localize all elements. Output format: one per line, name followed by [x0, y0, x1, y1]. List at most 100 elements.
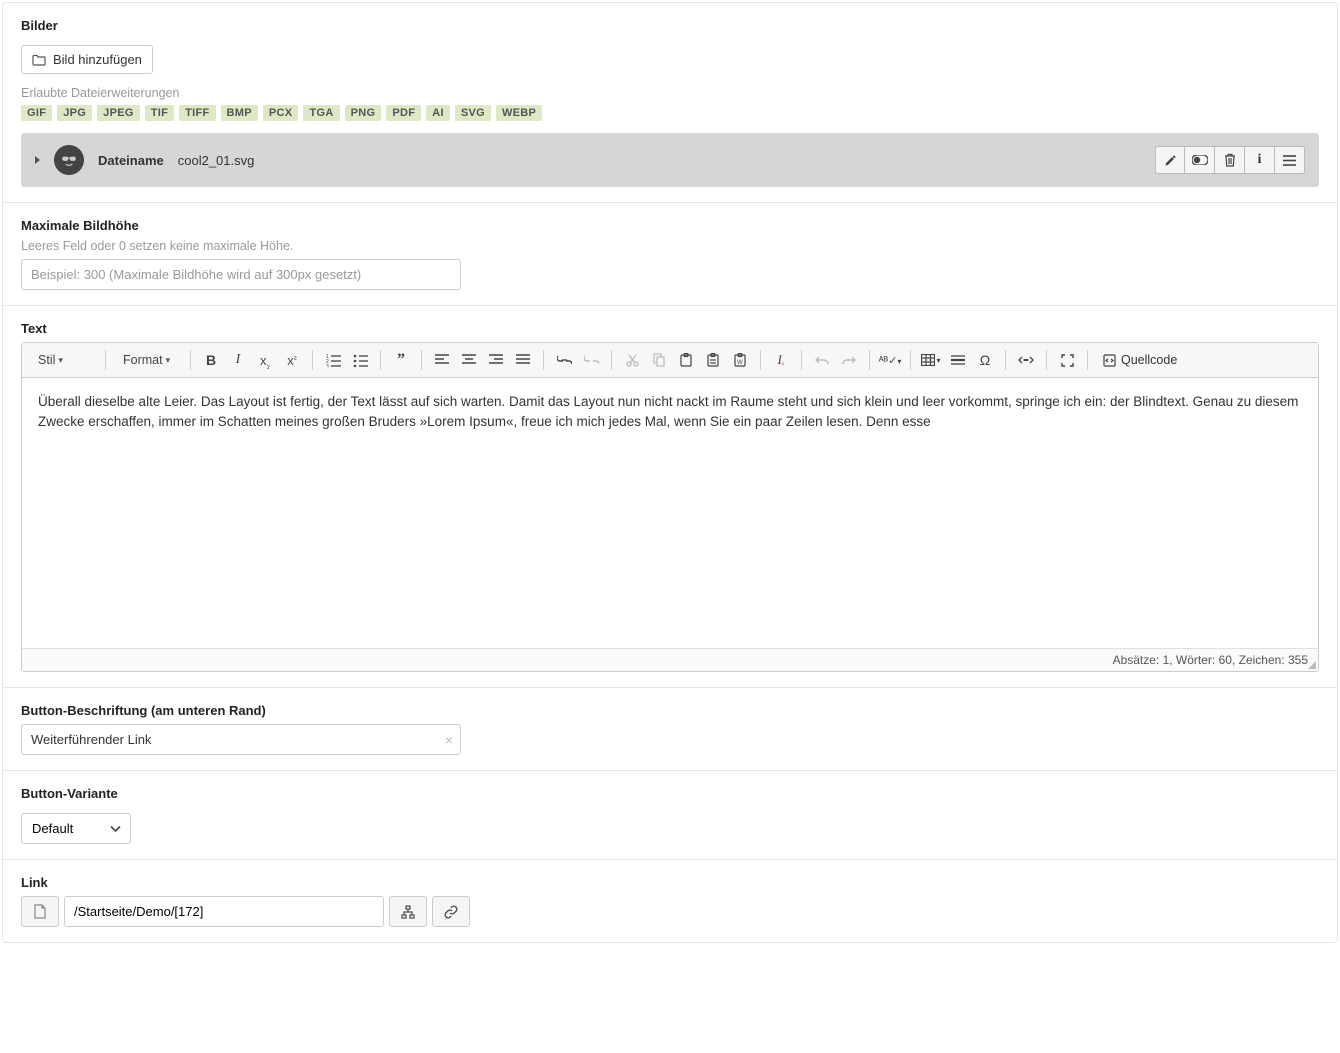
align-left-button[interactable]	[429, 347, 455, 373]
button-variant-select[interactable]: Default	[21, 813, 131, 844]
ext-badge: TIFF	[179, 105, 215, 121]
ext-badge: SVG	[455, 105, 491, 121]
link-picker-button[interactable]	[389, 896, 427, 927]
separator	[421, 350, 422, 370]
editor-content[interactable]: Überall dieselbe alte Leier. Das Layout …	[22, 378, 1318, 648]
link-url-button[interactable]	[432, 896, 470, 927]
align-right-button[interactable]	[483, 347, 509, 373]
page-icon	[34, 904, 46, 919]
separator	[611, 350, 612, 370]
edit-button[interactable]	[1155, 146, 1185, 174]
link-input[interactable]	[64, 896, 384, 927]
separator	[543, 350, 544, 370]
delete-button[interactable]	[1215, 146, 1245, 174]
ordered-list-button[interactable]: 123	[320, 347, 346, 373]
toggle-button[interactable]	[1185, 146, 1215, 174]
resize-handle[interactable]	[1306, 659, 1316, 669]
spellcheck-button[interactable]: ᴬᴮ✓▾	[877, 347, 903, 373]
button-variant-section: Button-Variante Default	[3, 770, 1337, 859]
images-section: Bilder Bild hinzufügen Erlaubte Dateierw…	[3, 3, 1337, 202]
maxheight-input[interactable]	[21, 259, 461, 290]
svg-text:W: W	[737, 360, 743, 366]
iframe-button[interactable]	[1013, 347, 1039, 373]
ext-badge: JPG	[57, 105, 92, 121]
text-section: Text Stil▾ Format▾ B I x₂ x² 123 ”	[3, 305, 1337, 687]
paste-text-icon	[707, 353, 719, 367]
cool-face-icon	[59, 150, 79, 170]
ordered-list-icon: 123	[326, 354, 341, 367]
quote-icon: ”	[397, 351, 405, 369]
filename-label: Dateiname	[98, 153, 164, 168]
paste-button[interactable]	[673, 347, 699, 373]
clear-input-button[interactable]: ×	[445, 732, 453, 748]
expand-caret-icon[interactable]	[35, 156, 40, 164]
table-icon	[921, 354, 935, 366]
separator	[380, 350, 381, 370]
copy-button[interactable]	[646, 347, 672, 373]
paste-word-icon: W	[734, 353, 746, 367]
text-title: Text	[21, 321, 1319, 336]
extensions-label: Erlaubte Dateierweiterungen	[21, 86, 1319, 100]
ext-badge: TGA	[303, 105, 339, 121]
filename-value: cool2_01.svg	[178, 153, 255, 168]
align-justify-button[interactable]	[510, 347, 536, 373]
maxheight-title: Maximale Bildhöhe	[21, 218, 1319, 233]
align-right-icon	[489, 354, 503, 366]
ext-badge: BMP	[221, 105, 258, 121]
images-title: Bilder	[21, 18, 1319, 33]
paste-word-button[interactable]: W	[727, 347, 753, 373]
remove-format-button[interactable]: Iₓ	[768, 347, 794, 373]
svg-text:3: 3	[326, 364, 329, 367]
link-button[interactable]	[551, 347, 577, 373]
chevron-down-icon: ▾	[166, 355, 171, 366]
align-left-icon	[435, 354, 449, 366]
unlink-icon	[584, 356, 599, 364]
word-count: Absätze: 1, Wörter: 60, Zeichen: 355	[1113, 653, 1308, 667]
form-panel: Bilder Bild hinzufügen Erlaubte Dateierw…	[2, 2, 1338, 943]
superscript-button[interactable]: x²	[279, 347, 305, 373]
subscript-icon: x₂	[260, 353, 270, 368]
maxheight-section: Maximale Bildhöhe Leeres Feld oder 0 set…	[3, 202, 1337, 305]
button-caption-title: Button-Beschriftung (am unteren Rand)	[21, 703, 1319, 718]
special-char-button[interactable]: Ω	[972, 347, 998, 373]
unordered-list-button[interactable]	[347, 347, 373, 373]
trash-icon	[1224, 153, 1236, 167]
italic-icon: I	[236, 352, 241, 368]
sitemap-icon	[401, 905, 415, 919]
format-dropdown[interactable]: Format▾	[113, 347, 183, 373]
editor-statusbar: Absätze: 1, Wörter: 60, Zeichen: 355	[22, 648, 1318, 671]
paste-text-button[interactable]	[700, 347, 726, 373]
redo-button[interactable]	[836, 347, 862, 373]
subscript-button[interactable]: x₂	[252, 347, 278, 373]
add-image-label: Bild hinzufügen	[53, 52, 142, 67]
menu-button[interactable]	[1275, 146, 1305, 174]
chevron-down-icon: ▾	[58, 355, 63, 366]
source-button[interactable]: Quellcode	[1095, 347, 1185, 373]
file-row[interactable]: Dateiname cool2_01.svg i	[21, 133, 1319, 187]
bold-button[interactable]: B	[198, 347, 224, 373]
separator	[1005, 350, 1006, 370]
separator	[1087, 350, 1088, 370]
horizontal-rule-button[interactable]	[945, 347, 971, 373]
button-caption-input[interactable]	[21, 724, 461, 755]
info-icon: i	[1258, 152, 1262, 168]
redo-icon	[842, 355, 856, 365]
unordered-list-icon	[353, 354, 368, 367]
chain-link-icon	[444, 905, 458, 919]
undo-button[interactable]	[809, 347, 835, 373]
link-type-indicator	[21, 896, 59, 927]
ext-badge: TIF	[145, 105, 174, 121]
maximize-icon	[1061, 354, 1074, 367]
maximize-button[interactable]	[1054, 347, 1080, 373]
hamburger-icon	[1283, 155, 1296, 166]
info-button[interactable]: i	[1245, 146, 1275, 174]
style-dropdown[interactable]: Stil▾	[28, 347, 98, 373]
blockquote-button[interactable]: ”	[388, 347, 414, 373]
separator	[105, 350, 106, 370]
align-center-button[interactable]	[456, 347, 482, 373]
italic-button[interactable]: I	[225, 347, 251, 373]
add-image-button[interactable]: Bild hinzufügen	[21, 45, 153, 74]
cut-button[interactable]	[619, 347, 645, 373]
table-button[interactable]: ▾	[918, 347, 944, 373]
unlink-button[interactable]	[578, 347, 604, 373]
